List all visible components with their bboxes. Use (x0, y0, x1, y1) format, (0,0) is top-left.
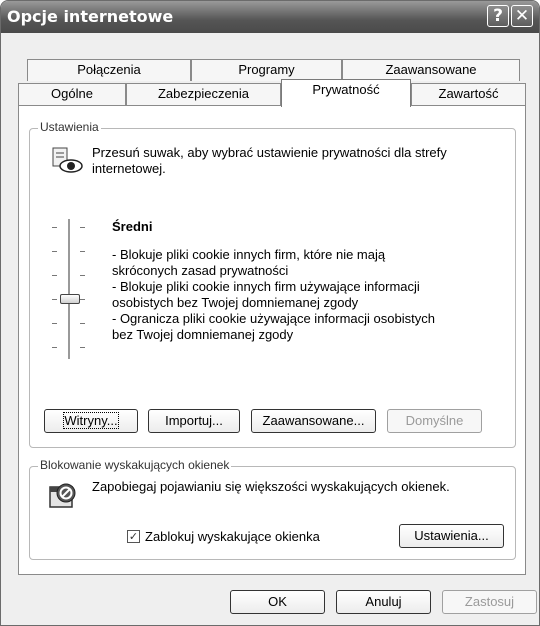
tab-programs[interactable]: Programy (191, 59, 342, 81)
help-button[interactable]: ? (487, 5, 509, 27)
tab-general[interactable]: Ogólne (18, 83, 126, 105)
popup-settings-button[interactable]: Ustawienia... (399, 524, 504, 548)
title-bar[interactable]: Opcje internetowe ? ✕ (1, 1, 539, 33)
checkbox-checkmark-icon: ✓ (128, 530, 139, 543)
import-button[interactable]: Importuj... (148, 409, 240, 433)
privacy-panel: Ustawienia Przesuń suwak, aby wybrać ust… (18, 105, 526, 575)
sites-button-label: Witryny... (63, 412, 119, 429)
privacy-icon (50, 146, 84, 174)
ok-button[interactable]: OK (230, 590, 325, 614)
settings-description: Przesuń suwak, aby wybrać ustawienie pry… (92, 145, 447, 160)
advanced-button[interactable]: Zaawansowane... (251, 409, 376, 433)
tab-privacy[interactable]: Prywatność (281, 79, 411, 107)
tab-advanced[interactable]: Zaawansowane (342, 59, 520, 81)
privacy-level-slider[interactable] (50, 219, 90, 359)
block-popups-label[interactable]: Zablokuj wyskakujące okienka (145, 529, 320, 545)
popup-legend: Blokowanie wyskakujących okienek (38, 458, 232, 472)
privacy-level-title: Średni (112, 219, 153, 234)
popup-description: Zapobiegaj pojawianiu się większości wys… (92, 479, 450, 494)
slider-tick (80, 275, 85, 276)
slider-tick (80, 299, 85, 300)
privacy-description-line: skróconych zasad prywatności (112, 263, 289, 278)
slider-tick (52, 227, 57, 228)
default-button[interactable]: Domyślne (387, 409, 482, 433)
slider-tick (52, 299, 57, 300)
settings-description-2: internetowej. (92, 161, 166, 176)
window-title: Opcje internetowe (7, 7, 174, 26)
block-popups-checkbox[interactable]: ✓ (127, 530, 140, 543)
tab-connections[interactable]: Połączenia (27, 59, 191, 81)
privacy-description-line: - Blokuje pliki cookie innych firm, któr… (112, 247, 386, 262)
popup-blocker-icon (48, 481, 78, 511)
slider-tick (52, 275, 57, 276)
apply-button[interactable]: Zastosuj (442, 590, 537, 614)
cancel-label: Anuluj (365, 594, 402, 609)
privacy-description-line: bez Twojej domniemanej zgody (112, 327, 294, 342)
apply-label: Zastosuj (464, 594, 515, 609)
import-button-label: Importuj... (165, 413, 223, 428)
default-button-label: Domyślne (405, 413, 464, 428)
slider-thumb[interactable] (60, 294, 80, 304)
privacy-description-line: - Ogranicza pliki cookie używające infor… (112, 311, 435, 326)
slider-tick (52, 251, 57, 252)
slider-tick (52, 347, 57, 348)
close-button[interactable]: ✕ (511, 5, 533, 27)
privacy-description-line: - Blokuje pliki cookie innych firm używa… (112, 279, 420, 294)
settings-group: Ustawienia Przesuń suwak, aby wybrać ust… (29, 120, 516, 448)
advanced-button-label: Zaawansowane... (262, 413, 365, 428)
tab-security[interactable]: Zabezpieczenia (126, 83, 281, 105)
privacy-description-line: osobistych bez Twojej domniemanej zgody (112, 295, 359, 310)
slider-tick (80, 323, 85, 324)
settings-legend: Ustawienia (38, 120, 101, 134)
popup-settings-label: Ustawienia... (414, 528, 489, 543)
slider-track (68, 219, 71, 359)
ok-label: OK (268, 594, 287, 609)
slider-tick (80, 251, 85, 252)
sites-button[interactable]: Witryny... (44, 409, 138, 433)
internet-options-window: Opcje internetowe ? ✕ Połączenia Program… (0, 0, 540, 626)
slider-tick (80, 347, 85, 348)
tab-content[interactable]: Zawartość (411, 83, 526, 105)
cancel-button[interactable]: Anuluj (336, 590, 431, 614)
slider-tick (52, 323, 57, 324)
slider-tick (80, 227, 85, 228)
